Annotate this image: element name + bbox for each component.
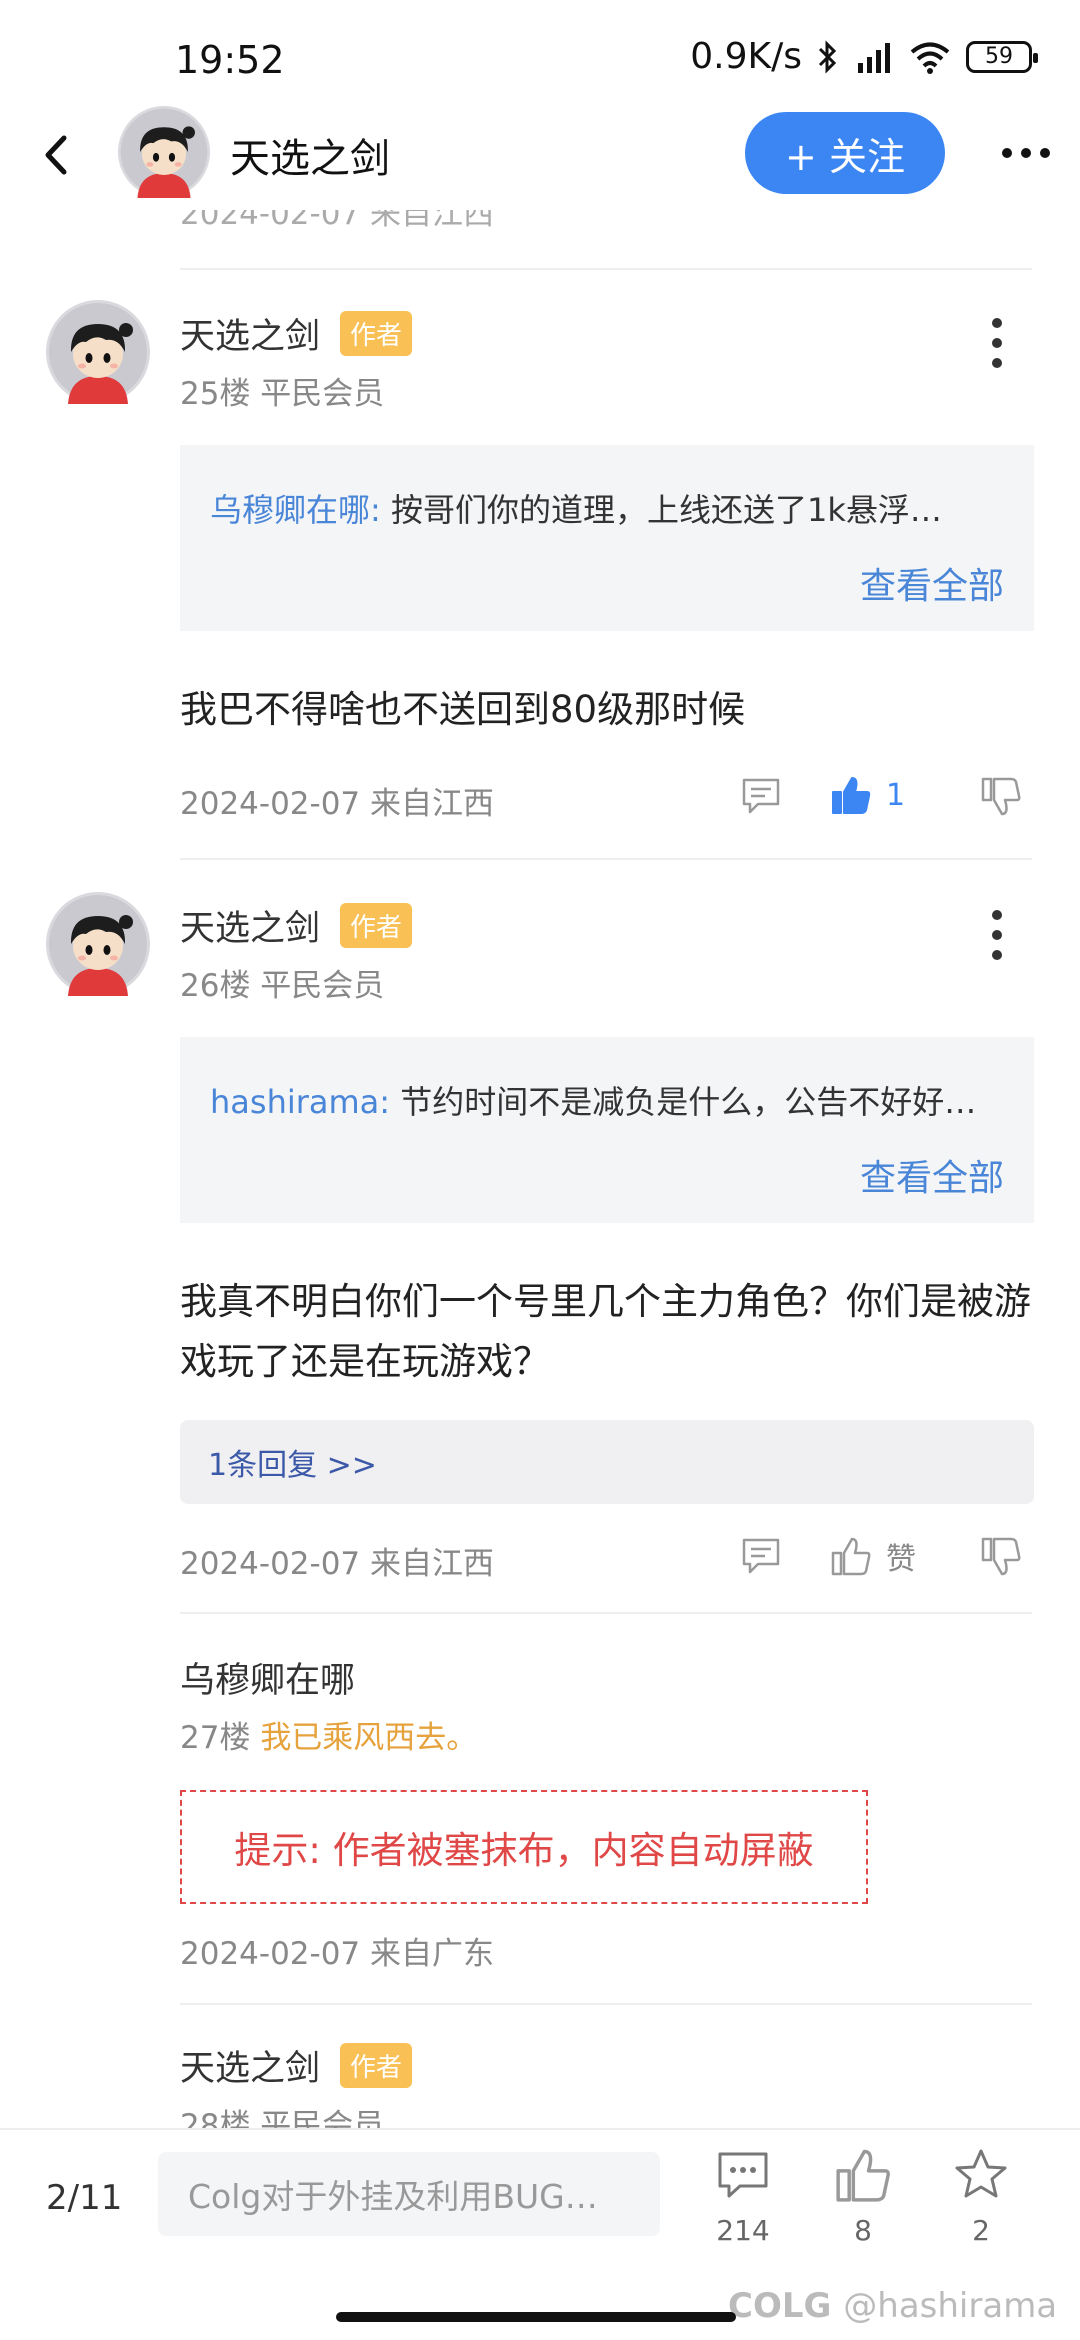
- star-icon: [955, 2149, 1007, 2198]
- status-time: 19:52: [175, 38, 285, 82]
- post-content: 我巴不得啥也不送回到80级那时候: [180, 688, 746, 731]
- divider: [180, 2003, 1032, 2005]
- more-options-icon[interactable]: [1000, 146, 1052, 160]
- signal-hd-icon: [858, 42, 890, 73]
- post-date-location: 2024-02-07 来自江西: [180, 786, 495, 822]
- post-floor-26: 天选之剑 作者 26楼 平民会员 hashirama: 节约时间不是减负是什么，…: [0, 892, 1080, 1622]
- watermark-brand: COLG: [728, 2286, 832, 2326]
- quote-user[interactable]: hashirama:: [210, 1083, 390, 1121]
- battery-icon: 59: [966, 40, 1038, 73]
- floor-member: 25楼 平民会员: [180, 376, 385, 412]
- battery-level: 59: [985, 44, 1013, 69]
- view-all-link[interactable]: 查看全部: [860, 557, 1004, 609]
- thumbs-down-icon[interactable]: [980, 1536, 1022, 1578]
- favorites-count: 2: [972, 2214, 990, 2247]
- author-row: 天选之剑 作者: [180, 308, 413, 359]
- like-label: 赞: [886, 1542, 916, 1577]
- comments-count: 214: [716, 2214, 770, 2247]
- floor-member: 28楼 平民会员: [180, 2108, 385, 2128]
- page-title: 天选之剑: [230, 136, 390, 182]
- post-date-location: 2024-02-07 来自广东: [180, 1936, 495, 1972]
- thumbs-down-icon[interactable]: [980, 776, 1022, 818]
- quote-text: 乌穆卿在哪: 按哥们你的道理，上线还送了1k悬浮…: [210, 485, 1020, 531]
- network-speed: 0.9K/s: [690, 36, 802, 77]
- page-indicator[interactable]: 2/11: [46, 2178, 122, 2218]
- author-name[interactable]: 天选之剑: [180, 900, 320, 951]
- floor-number: 27楼: [180, 1720, 251, 1756]
- quote-text: hashirama: 节约时间不是减负是什么，公告不好好…: [210, 1077, 1020, 1123]
- quote-box[interactable]: 乌穆卿在哪: 按哥们你的道理，上线还送了1k悬浮… 查看全部: [180, 445, 1034, 631]
- quote-content: 节约时间不是减负是什么，公告不好好…: [390, 1083, 977, 1121]
- thumbs-up-icon: [830, 1535, 872, 1577]
- likes-button[interactable]: 8: [818, 2146, 908, 2247]
- watermark: COLG @hashirama: [728, 2286, 1057, 2326]
- author-row: 乌穆卿在哪: [180, 1652, 355, 1703]
- post-menu-icon[interactable]: [990, 908, 1004, 962]
- status-icons: 0.9K/s 59: [690, 36, 1038, 77]
- thumbs-up-filled-icon: [830, 774, 872, 816]
- home-indicator[interactable]: [336, 2312, 736, 2322]
- watermark-user: @hashirama: [843, 2286, 1058, 2326]
- comment-icon[interactable]: [740, 1536, 782, 1576]
- floor-member: 26楼 平民会员: [180, 968, 385, 1004]
- favorite-button[interactable]: 2: [936, 2146, 1026, 2247]
- quote-user[interactable]: 乌穆卿在哪:: [210, 491, 381, 529]
- quote-box[interactable]: hashirama: 节约时间不是减负是什么，公告不好好… 查看全部: [180, 1037, 1034, 1223]
- avatar[interactable]: [46, 300, 150, 404]
- header: 天选之剑 + 关注: [0, 100, 1080, 210]
- bluetooth-icon: [818, 39, 837, 74]
- post-footer: 2024-02-07 来自江西 赞: [180, 1526, 1040, 1586]
- author-badge: 作者: [340, 903, 413, 948]
- divider: [180, 268, 1032, 270]
- post-floor-25: 天选之剑 作者 25楼 平民会员 乌穆卿在哪: 按哥们你的道理，上线还送了1k悬…: [0, 300, 1080, 860]
- author-name[interactable]: 天选之剑: [180, 308, 320, 359]
- bottom-bar: 2/11 Colg对于外挂及利用BUG… 214 8 2 COLG @hashi…: [0, 2128, 1080, 2340]
- like-count: 1: [886, 777, 906, 813]
- view-all-link[interactable]: 查看全部: [860, 1149, 1004, 1201]
- previous-post-footer: 2024-02-07 来自江西: [0, 210, 1080, 270]
- back-arrow-icon[interactable]: [36, 130, 76, 180]
- post-footer: 2024-02-07 来自江西 1: [180, 766, 1040, 826]
- comment-icon[interactable]: [740, 776, 782, 816]
- like-button[interactable]: 1: [830, 774, 905, 816]
- post-date-location: 2024-02-07 来自江西: [180, 1546, 495, 1582]
- follow-button[interactable]: + 关注: [745, 112, 945, 194]
- likes-count: 8: [854, 2214, 872, 2247]
- author-row: 天选之剑 作者: [180, 2040, 413, 2091]
- previous-post-date-partial: 2024-02-07 来自江西: [180, 210, 495, 232]
- post-floor-27: 乌穆卿在哪 27楼 我已乘风西去。 提示: 作者被塞抹布，内容自动屏蔽 2024…: [0, 1652, 1080, 1982]
- author-row: 天选之剑 作者: [180, 900, 413, 951]
- author-name[interactable]: 乌穆卿在哪: [180, 1652, 355, 1703]
- floor-member: 27楼 我已乘风西去。: [180, 1712, 477, 1757]
- post-floor-28: 天选之剑 作者 28楼 平民会员: [0, 2040, 1080, 2128]
- hidden-content-notice: 提示: 作者被塞抹布，内容自动屏蔽: [180, 1790, 868, 1904]
- thumbs-up-icon: [834, 2146, 892, 2204]
- replies-link[interactable]: 1条回复 >>: [180, 1420, 1034, 1504]
- like-button[interactable]: 赞: [830, 1534, 916, 1578]
- quote-content: 按哥们你的道理，上线还送了1k悬浮…: [380, 491, 942, 529]
- post-content: 我真不明白你们一个号里几个主力角色？你们是被游戏玩了还是在玩游戏？: [180, 1280, 1031, 1383]
- member-title: 我已乘风西去。: [260, 1720, 478, 1756]
- wifi-icon: [910, 42, 950, 74]
- avatar[interactable]: [46, 892, 150, 996]
- author-name[interactable]: 天选之剑: [180, 2040, 320, 2091]
- post-menu-icon[interactable]: [990, 316, 1004, 370]
- divider: [180, 858, 1032, 860]
- divider: [180, 1612, 1032, 1614]
- author-badge: 作者: [340, 311, 413, 356]
- comments-icon: [718, 2152, 768, 2198]
- author-badge: 作者: [340, 2043, 413, 2088]
- reply-input[interactable]: Colg对于外挂及利用BUG…: [158, 2152, 660, 2236]
- comments-button[interactable]: 214: [698, 2146, 788, 2247]
- header-avatar[interactable]: [118, 106, 210, 198]
